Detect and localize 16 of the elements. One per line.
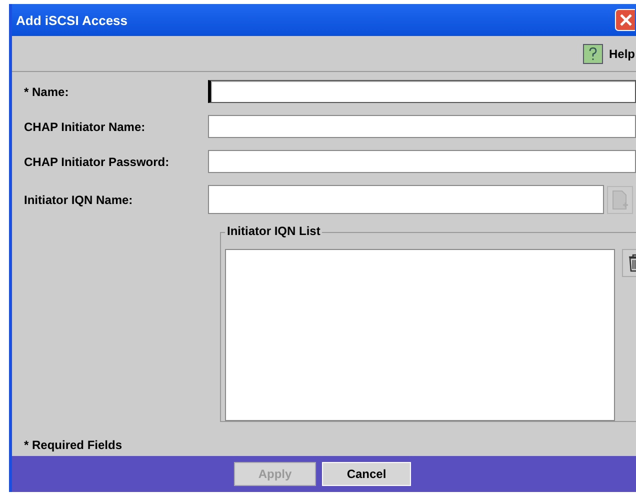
window-title: Add iSCSI Access — [16, 12, 128, 28]
field-label: * Name: — [24, 84, 70, 98]
help-icon[interactable] — [582, 44, 603, 64]
input-field[interactable] — [208, 80, 636, 103]
required-note: * Required Fields — [24, 438, 124, 452]
dialog-button[interactable]: Cancel — [322, 462, 411, 486]
close-icon[interactable] — [615, 9, 635, 31]
group-title: Initiator IQN List — [225, 224, 322, 238]
input-field[interactable] — [208, 115, 636, 138]
field-label: Initiator IQN Name: — [24, 192, 134, 206]
help-link[interactable]: Help — [608, 46, 635, 60]
document-add-icon — [612, 190, 628, 210]
input-field[interactable] — [208, 185, 604, 214]
input-field[interactable] — [208, 150, 636, 173]
field-label: CHAP Initiator Password: — [24, 154, 170, 168]
field-label: CHAP Initiator Name: — [24, 120, 146, 134]
